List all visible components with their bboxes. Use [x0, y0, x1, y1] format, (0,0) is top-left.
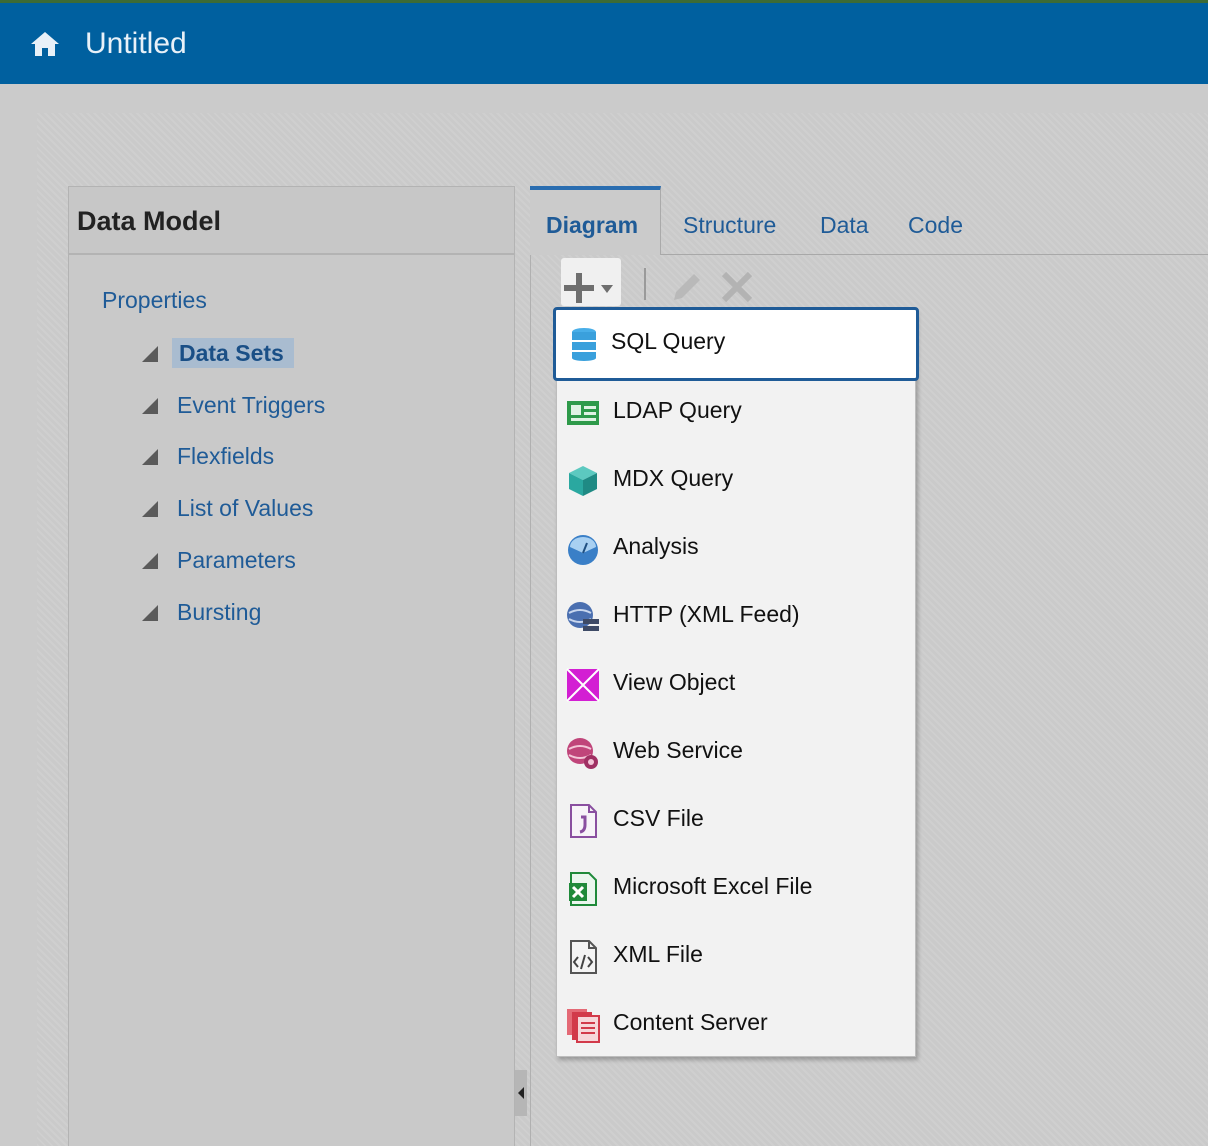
excel-file-icon: [569, 872, 597, 906]
tab-code[interactable]: Code: [908, 212, 963, 239]
panel-divider: [530, 255, 531, 1146]
tree-item-label[interactable]: Event Triggers: [177, 390, 325, 420]
panel-splitter-handle[interactable]: [515, 1070, 527, 1116]
toolbar-separator: [644, 268, 646, 300]
pencil-icon[interactable]: [670, 270, 704, 304]
home-icon[interactable]: [29, 30, 61, 58]
menu-item-label: XML File: [613, 941, 703, 967]
analysis-icon: [568, 535, 598, 565]
menu-item-label: Content Server: [613, 1009, 768, 1035]
menu-item-label: Web Service: [613, 737, 743, 763]
menu-item-label: LDAP Query: [613, 397, 742, 423]
expand-triangle-icon[interactable]: [142, 449, 158, 465]
tree-item-label[interactable]: Bursting: [177, 597, 261, 627]
menu-item-excel-file[interactable]: Microsoft Excel File: [557, 855, 915, 923]
expand-triangle-icon[interactable]: [142, 346, 158, 362]
menu-item-web-service[interactable]: Web Service: [557, 719, 915, 787]
tree-item-label[interactable]: Data Sets: [172, 338, 294, 368]
menu-item-xml-file[interactable]: XML File: [557, 923, 915, 991]
menu-item-ldap-query[interactable]: LDAP Query: [557, 379, 915, 447]
menu-item-label: SQL Query: [611, 328, 726, 354]
menu-item-label: Analysis: [613, 533, 699, 559]
menu-item-label: MDX Query: [613, 465, 734, 491]
view-object-icon: [566, 668, 600, 702]
expand-triangle-icon[interactable]: [142, 553, 158, 569]
add-dataset-button[interactable]: [561, 258, 621, 306]
xml-file-icon: [570, 940, 597, 974]
expand-triangle-icon[interactable]: [142, 398, 158, 414]
content-server-icon: [567, 1009, 600, 1043]
tab-structure[interactable]: Structure: [683, 212, 776, 239]
view-tabs: Diagram Structure Data Code: [530, 186, 1208, 255]
menu-item-sql-query[interactable]: SQL Query: [553, 307, 919, 381]
page-title: Untitled: [85, 27, 187, 60]
panel-header: Data Model: [69, 186, 514, 255]
app-header: Untitled: [0, 3, 1208, 84]
globe-gear-icon: [567, 738, 598, 769]
menu-item-label: CSV File: [613, 805, 704, 831]
panel-title: Data Model: [77, 206, 222, 236]
properties-link[interactable]: Properties: [102, 287, 207, 314]
database-icon: [572, 328, 596, 361]
plus-dropdown-icon: [564, 273, 613, 303]
tree-item-label[interactable]: List of Values: [177, 493, 313, 523]
menu-item-label: HTTP (XML Feed): [613, 601, 800, 627]
menu-item-view-object[interactable]: View Object: [557, 651, 915, 719]
tree-item-label[interactable]: Flexfields: [177, 441, 274, 471]
expand-triangle-icon[interactable]: [142, 605, 158, 621]
data-model-panel: Data Model Properties Data Sets Event Tr…: [68, 186, 515, 1146]
tab-diagram[interactable]: Diagram: [546, 212, 638, 239]
close-icon[interactable]: [720, 270, 754, 304]
tree-item-label[interactable]: Parameters: [177, 545, 296, 575]
menu-item-http-xml-feed[interactable]: HTTP (XML Feed): [557, 583, 915, 651]
ldap-card-icon: [567, 401, 599, 425]
cube-icon: [569, 466, 597, 496]
menu-item-analysis[interactable]: Analysis: [557, 515, 915, 583]
expand-triangle-icon[interactable]: [142, 501, 158, 517]
menu-item-content-server[interactable]: Content Server: [557, 991, 915, 1059]
collapse-arrow-icon[interactable]: [518, 1087, 524, 1099]
new-dataset-menu: SQL Query LDAP Query MDX Query Analysis: [553, 307, 919, 1059]
menu-item-csv-file[interactable]: CSV File: [557, 787, 915, 855]
menu-item-mdx-query[interactable]: MDX Query: [557, 447, 915, 515]
menu-item-label: View Object: [613, 669, 736, 695]
globe-server-icon: [567, 602, 599, 631]
tab-data[interactable]: Data: [820, 212, 869, 239]
csv-file-icon: [570, 804, 597, 838]
menu-item-label: Microsoft Excel File: [613, 873, 813, 899]
